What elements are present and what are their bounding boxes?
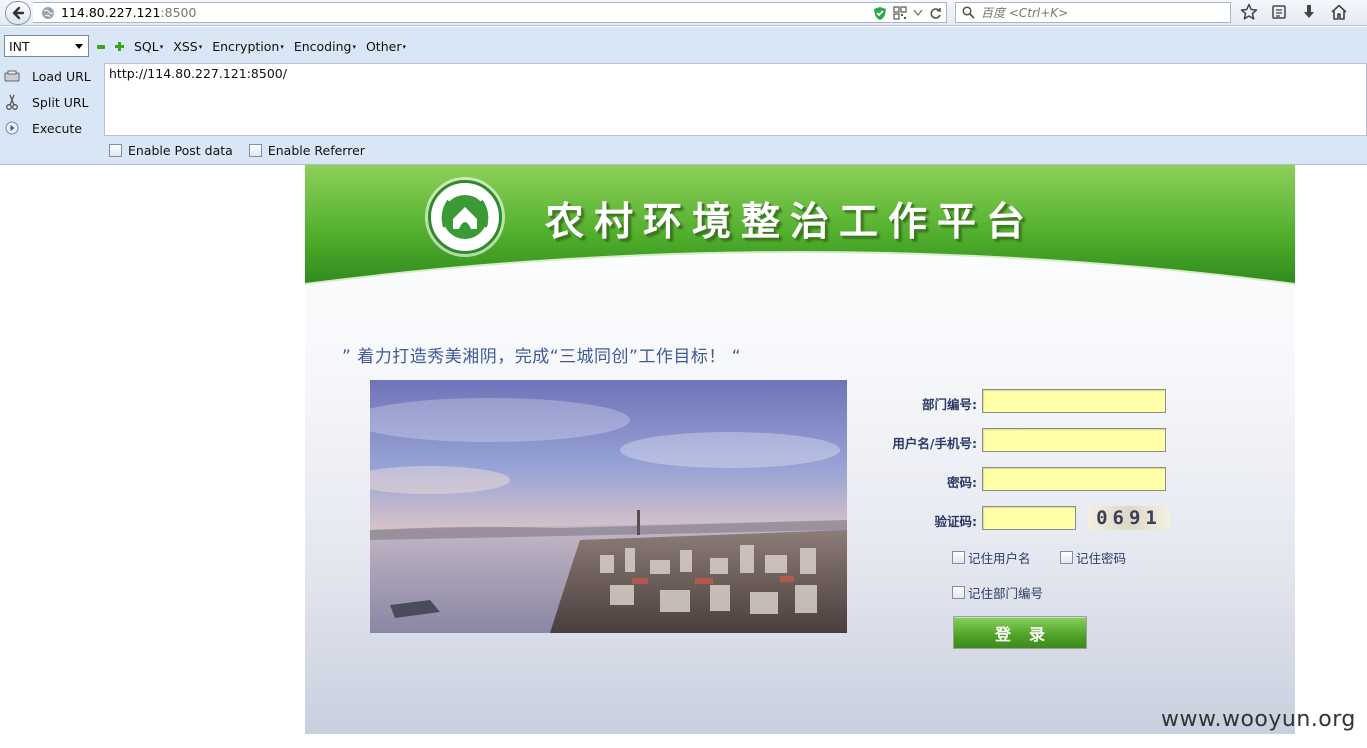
captcha-image[interactable]: 0691 bbox=[1088, 506, 1170, 530]
platform-logo bbox=[428, 180, 502, 254]
captcha-input[interactable] bbox=[982, 506, 1076, 530]
hackbar-menu: SQL ▾ XSS ▾ Encryption ▾ Encoding ▾ Other ▾ bbox=[97, 39, 406, 54]
load-url-icon bbox=[2, 70, 22, 82]
dept-label: 部门编号: bbox=[922, 397, 977, 412]
qr-code-icon[interactable] bbox=[893, 6, 907, 20]
checkbox-box[interactable] bbox=[1060, 551, 1073, 564]
remember-password-checkbox[interactable]: 记住密码 bbox=[1060, 548, 1126, 567]
checkbox-box[interactable] bbox=[952, 551, 965, 564]
menu-encryption[interactable]: Encryption ▾ bbox=[212, 39, 284, 54]
load-url-button[interactable]: Load URL bbox=[0, 63, 104, 89]
bookmark-star-icon[interactable] bbox=[1240, 3, 1258, 21]
checkbox-box[interactable] bbox=[952, 586, 965, 599]
login-page: 农村环境整治工作平台 ” 着力打造秀美湘阴，完成“三城同创”工作目标！ “ 部门… bbox=[305, 165, 1295, 734]
reload-icon[interactable] bbox=[929, 7, 942, 20]
hackbar-actions: Load URL Split URL Execute bbox=[0, 63, 104, 141]
remember-user-checkbox[interactable]: 记住用户名 bbox=[952, 548, 1031, 567]
address-bar[interactable]: 114.80.227.121:8500 bbox=[33, 2, 947, 23]
banner-title: 农村环境整治工作平台 bbox=[545, 200, 1036, 245]
menu-xss[interactable]: XSS ▾ bbox=[173, 39, 202, 54]
chevron-down-icon bbox=[75, 44, 83, 49]
password-input[interactable] bbox=[982, 467, 1166, 491]
back-arrow-icon bbox=[12, 6, 25, 20]
menu-encoding[interactable]: Encoding ▾ bbox=[294, 39, 356, 54]
hackbar-url-textarea[interactable]: http://114.80.227.121:8500/ bbox=[104, 63, 1367, 136]
globe-icon bbox=[42, 6, 54, 19]
back-button[interactable] bbox=[5, 1, 31, 25]
watermark-text: www.wooyun.org bbox=[1161, 707, 1356, 732]
decrease-icon[interactable] bbox=[97, 44, 105, 49]
city-panorama-image bbox=[370, 380, 847, 633]
shield-icon[interactable] bbox=[873, 6, 887, 21]
username-input[interactable] bbox=[982, 428, 1166, 452]
user-row: 用户名/手机号: bbox=[865, 428, 1295, 454]
header-banner: 农村环境整治工作平台 bbox=[305, 165, 1295, 295]
remember-dept-checkbox[interactable]: 记住部门编号 bbox=[952, 583, 1043, 602]
enable-referrer-checkbox[interactable]: Enable Referrer bbox=[248, 143, 365, 158]
search-placeholder: 百度 <Ctrl+K> bbox=[981, 6, 1069, 20]
search-bar[interactable]: 百度 <Ctrl+K> bbox=[955, 2, 1231, 23]
encoding-type-select[interactable]: INT bbox=[4, 35, 89, 57]
increase-icon[interactable] bbox=[115, 42, 124, 51]
checkbox-box[interactable] bbox=[248, 144, 262, 157]
execute-button[interactable]: Execute bbox=[0, 115, 104, 141]
scissors-icon bbox=[2, 94, 22, 110]
browser-toolbar: 114.80.227.121:8500 百度 <Ctrl+K> bbox=[0, 0, 1367, 26]
enable-post-checkbox[interactable]: Enable Post data bbox=[109, 143, 233, 158]
address-text: 114.80.227.121:8500 bbox=[61, 5, 197, 20]
dept-input[interactable] bbox=[982, 389, 1166, 413]
split-url-button[interactable]: Split URL bbox=[0, 89, 104, 115]
download-icon[interactable] bbox=[1300, 3, 1318, 21]
search-icon bbox=[962, 6, 975, 19]
home-icon[interactable] bbox=[1330, 3, 1348, 21]
encoding-type-value: INT bbox=[9, 38, 30, 54]
menu-other[interactable]: Other ▾ bbox=[366, 39, 406, 54]
login-button[interactable]: 登录 bbox=[953, 616, 1087, 649]
dept-row: 部门编号: bbox=[865, 389, 1295, 415]
play-icon bbox=[2, 121, 22, 135]
slogan-text: ” 着力打造秀美湘阴，完成“三城同创”工作目标！ “ bbox=[342, 347, 742, 367]
user-label: 用户名/手机号: bbox=[892, 436, 977, 451]
captcha-row: 验证码: 0691 bbox=[865, 506, 1295, 532]
dropdown-arrow-icon[interactable] bbox=[913, 9, 923, 17]
password-row: 密码: bbox=[865, 467, 1295, 493]
checkbox-box[interactable] bbox=[109, 144, 122, 157]
bookmarks-list-icon[interactable] bbox=[1270, 3, 1288, 21]
hackbar-panel: INT SQL ▾ XSS ▾ Encryption ▾ Encoding ▾ Othe… bbox=[0, 27, 1367, 165]
menu-sql[interactable]: SQL ▾ bbox=[134, 39, 163, 54]
captcha-label: 验证码: bbox=[934, 514, 978, 529]
password-label: 密码: bbox=[947, 475, 977, 490]
